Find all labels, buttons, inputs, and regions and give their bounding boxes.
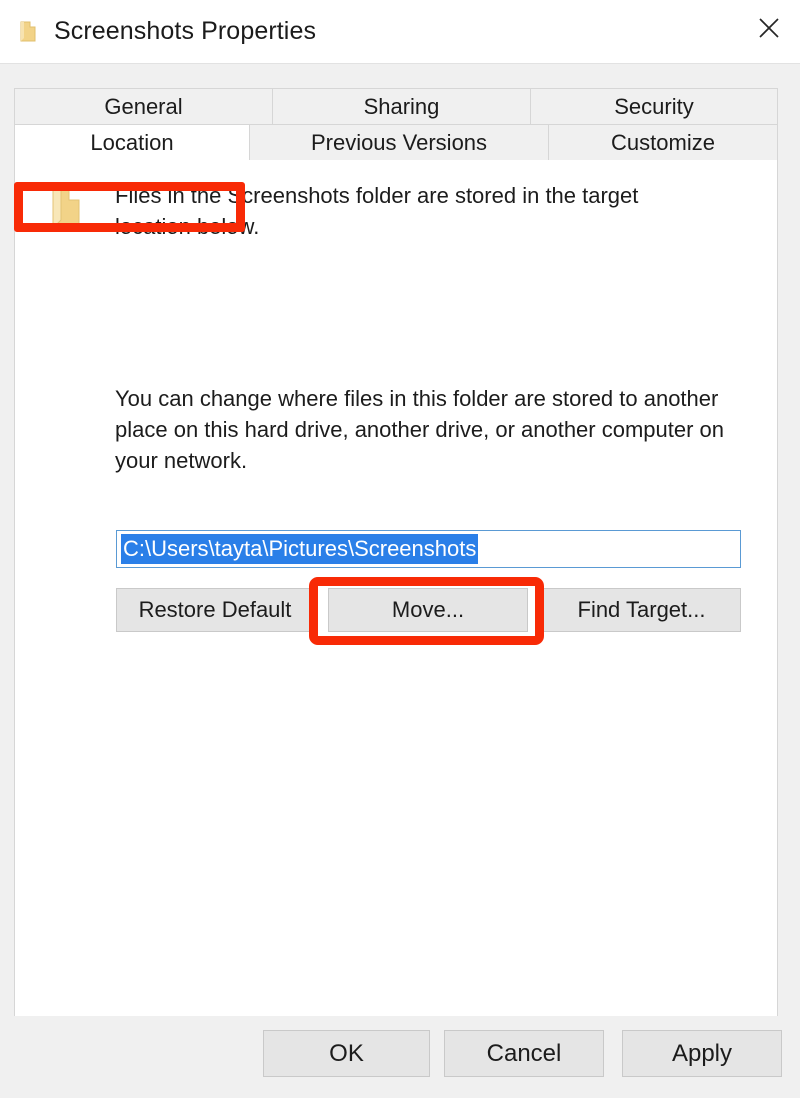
info-text: Files in the Screenshots folder are stor… [115,183,639,239]
dialog-body: General Sharing Security Location Previo… [0,63,800,1098]
tab-row-2: Location Previous Versions Customize [14,124,778,160]
location-tab-panel: Files in the Screenshots folder are stor… [14,160,778,1080]
tab-previous-versions[interactable]: Previous Versions [249,124,549,160]
tab-customize[interactable]: Customize [548,124,778,160]
description-text: You can change where files in this folde… [115,386,725,473]
info-block: Files in the Screenshots folder are stor… [45,180,675,242]
dialog-footer: OK Cancel Apply [0,1016,800,1098]
tab-strip: General Sharing Security Location Previo… [14,88,778,160]
tab-location[interactable]: Location [14,124,250,160]
restore-default-button[interactable]: Restore Default [116,588,314,632]
tab-security[interactable]: Security [530,88,778,124]
open-folder-icon [45,184,87,232]
page-title: Screenshots Properties [54,17,317,45]
cancel-button[interactable]: Cancel [444,1030,604,1077]
action-button-row: Restore Default Move... Find Target... [116,588,741,632]
apply-button: Apply [622,1030,782,1077]
properties-dialog: Screenshots Properties General Sharing S… [0,0,800,1098]
folder-icon [18,20,38,44]
folder-path-input[interactable]: C:\Users\tayta\Pictures\Screenshots [116,530,741,568]
ok-button[interactable]: OK [263,1030,430,1077]
title-bar: Screenshots Properties [0,0,800,63]
tab-sharing[interactable]: Sharing [272,88,531,124]
close-icon[interactable] [738,0,800,55]
find-target-button[interactable]: Find Target... [542,588,741,632]
move-button[interactable]: Move... [328,588,528,632]
tab-general[interactable]: General [14,88,273,124]
folder-path-value: C:\Users\tayta\Pictures\Screenshots [121,534,479,564]
tab-row-1: General Sharing Security [14,88,778,124]
